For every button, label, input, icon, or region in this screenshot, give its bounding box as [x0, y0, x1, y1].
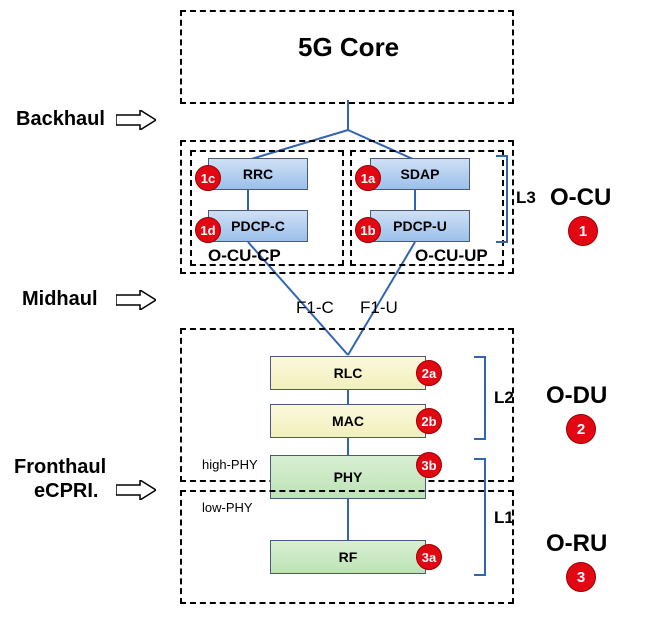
block-rf: RF	[270, 540, 426, 574]
block-rrc: RRC	[208, 158, 308, 190]
badge-3: 3	[566, 562, 596, 592]
label-f1c: F1-C	[296, 298, 334, 318]
badge-3a: 3a	[416, 544, 442, 570]
label-l2: L2	[494, 388, 514, 408]
label-o-cu-up: O-CU-UP	[415, 246, 488, 266]
badge-2a: 2a	[416, 360, 442, 386]
title-5g-core: 5G Core	[298, 32, 399, 63]
label-fronthaul: Fronthaul	[14, 456, 106, 479]
block-pdcp-u: PDCP-U	[370, 210, 470, 242]
bracket-l1	[478, 458, 486, 576]
bracket-l2	[478, 356, 486, 440]
label-o-du: O-DU	[546, 382, 607, 410]
label-o-cu-cp: O-CU-CP	[208, 246, 281, 266]
block-sdap: SDAP	[370, 158, 470, 190]
label-backhaul: Backhaul	[16, 108, 105, 131]
label-o-ru: O-RU	[546, 530, 607, 558]
label-ecpri: eCPRI.	[34, 480, 98, 503]
label-l1: L1	[494, 508, 514, 528]
badge-2b: 2b	[416, 408, 442, 434]
block-pdcp-c: PDCP-C	[208, 210, 308, 242]
badge-3b: 3b	[416, 452, 442, 478]
label-o-cu: O-CU	[550, 184, 611, 212]
arrow-fronthaul	[116, 480, 156, 500]
label-f1u: F1-U	[360, 298, 398, 318]
badge-1a: 1a	[355, 165, 381, 191]
badge-1d: 1d	[195, 217, 221, 243]
badge-2: 2	[566, 414, 596, 444]
badge-1b: 1b	[355, 217, 381, 243]
diagram-canvas: Backhaul Midhaul Fronthaul eCPRI. 5G Cor…	[0, 0, 645, 621]
arrow-midhaul	[116, 290, 156, 310]
badge-1: 1	[568, 216, 598, 246]
badge-1c: 1c	[195, 165, 221, 191]
arrow-backhaul	[116, 110, 156, 130]
label-l3: L3	[516, 188, 536, 208]
label-midhaul: Midhaul	[22, 288, 98, 311]
block-rlc: RLC	[270, 356, 426, 390]
bracket-l3	[500, 155, 508, 243]
label-high-phy: high-PHY	[202, 457, 258, 472]
block-mac: MAC	[270, 404, 426, 438]
